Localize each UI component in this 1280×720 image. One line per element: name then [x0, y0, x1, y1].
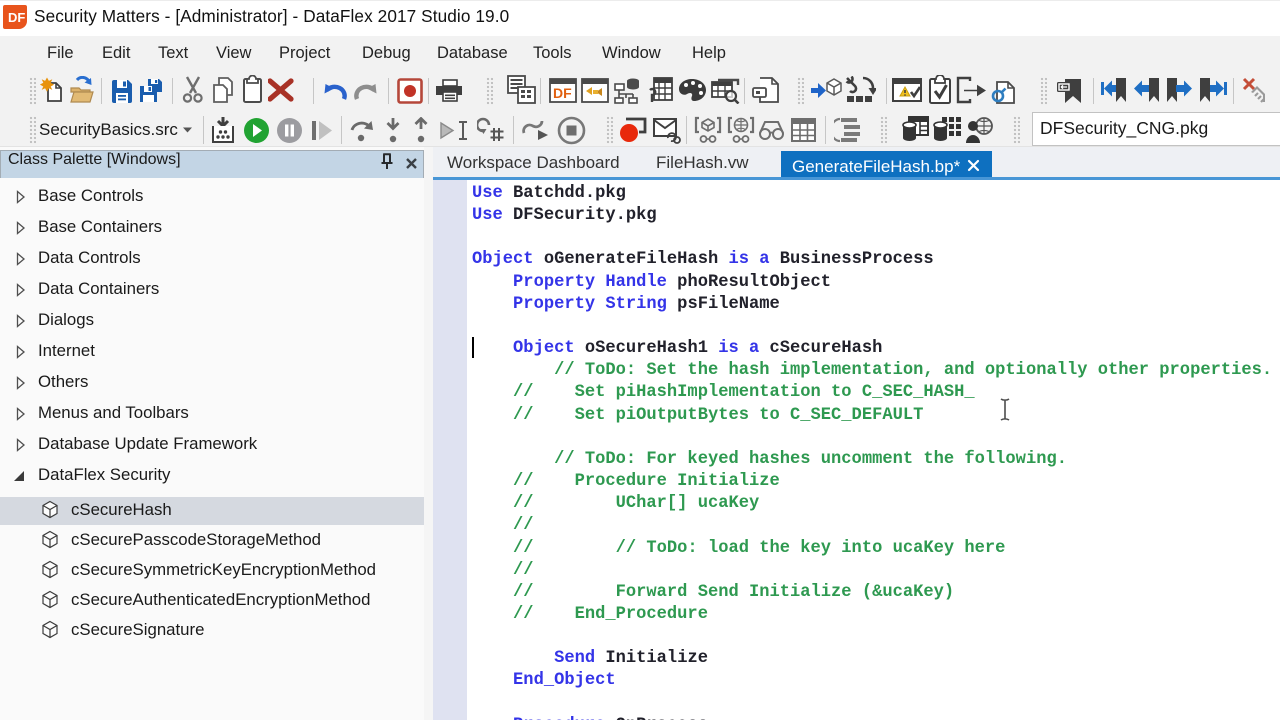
svg-text:DF: DF — [8, 10, 25, 25]
svg-text:DF: DF — [553, 85, 572, 101]
